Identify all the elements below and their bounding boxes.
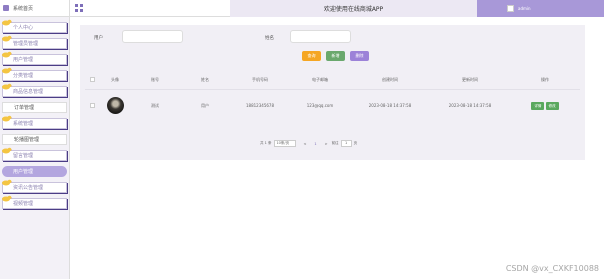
duck-icon (2, 35, 12, 42)
sidebar-item-label: 订单管理 (14, 105, 35, 111)
actions-cell: 详情 修改 (510, 101, 580, 110)
home-icon (3, 5, 9, 11)
pagination: 共 1 条 10条/页 < 1 > 前往 1 页 (260, 140, 357, 147)
sidebar-item-orders[interactable]: 订单管理 (2, 102, 67, 113)
sidebar-item-user-active[interactable]: 用户管理 (2, 166, 67, 177)
avatar-cell (100, 96, 130, 115)
sidebar-item-label: 分类管理 (13, 73, 34, 79)
col-header-actions: 操作 (541, 76, 549, 82)
table-row: 测试 用户 18812345678 123@qq.com 2023-08-18 … (85, 90, 580, 121)
avatar (507, 5, 514, 12)
user-table: 头像 账号 姓名 手机号码 电子邮箱 创建时间 更新时间 操作 测试 用户 18… (85, 70, 580, 121)
row-checkbox[interactable] (90, 102, 95, 108)
sidebar-item-news[interactable]: 资讯公告管理 (2, 179, 67, 193)
duck-icon (2, 19, 12, 26)
delete-button[interactable]: 删除 (350, 51, 369, 61)
sidebar-item-category[interactable]: 分类管理 (2, 67, 67, 81)
col-header-email[interactable]: 电子邮箱 (290, 77, 350, 83)
col-header-account[interactable]: 账号 (130, 77, 180, 83)
col-header-updated[interactable]: 更新时间 (430, 77, 510, 83)
search-label-user: 用户 (94, 36, 103, 41)
sidebar-home-label: 系统首页 (13, 5, 34, 12)
sidebar-item-label: 用户管理 (13, 57, 34, 63)
content-panel: 用户 姓名 查询 新增 删除 头像 账号 姓名 手机号码 电子邮箱 创建时间 更… (80, 25, 585, 160)
sidebar-item-label: 管理员管理 (13, 41, 39, 47)
search-input-name[interactable] (290, 30, 351, 43)
sidebar-item-label: 视频管理 (13, 201, 34, 207)
sidebar-item-carousel[interactable]: 轮播图管理 (2, 134, 67, 145)
duck-icon (2, 67, 12, 74)
menu-toggle-icon[interactable] (75, 4, 83, 12)
row-select-cell[interactable] (85, 102, 100, 109)
search-label-name: 姓名 (265, 36, 274, 41)
sidebar-item-label: 商品信息管理 (13, 89, 44, 95)
sidebar: 系统首页 个人中心 管理员管理 用户管理 分类管理 商品信息管理 订单管理 系统… (0, 0, 70, 279)
sidebar-item-label: 留言管理 (13, 153, 34, 159)
main-content: 用户 姓名 查询 新增 删除 头像 账号 姓名 手机号码 电子邮箱 创建时间 更… (70, 17, 604, 279)
goto-label: 前往 (331, 141, 339, 145)
sidebar-item-video[interactable]: 视频管理 (2, 195, 67, 209)
sidebar-item-product[interactable]: 商品信息管理 (2, 83, 67, 97)
table-header: 头像 账号 姓名 手机号码 电子邮箱 创建时间 更新时间 操作 (85, 70, 580, 90)
sidebar-item-system[interactable]: 系统管理 (2, 115, 67, 129)
username: admin (518, 6, 531, 11)
col-header-name[interactable]: 姓名 (180, 77, 230, 83)
created-cell: 2023-08-18 14:37:58 (368, 103, 412, 108)
user-menu[interactable]: admin (477, 0, 604, 17)
sidebar-item-label: 资讯公告管理 (13, 185, 44, 191)
col-header-created[interactable]: 创建时间 (350, 77, 430, 83)
watermark: CSDN @vx_CXKF10088 (505, 264, 599, 273)
account-cell: 测试 (151, 102, 159, 108)
next-page-button[interactable]: > (325, 142, 328, 146)
sidebar-item-messages[interactable]: 留言管理 (2, 147, 67, 161)
add-button[interactable]: 新增 (326, 51, 345, 61)
goto-input[interactable]: 1 (340, 140, 352, 147)
pager-total: 共 1 条 (260, 141, 272, 145)
sidebar-item-label: 个人中心 (13, 25, 34, 31)
goto-unit: 页 (353, 141, 358, 145)
duck-icon (2, 195, 12, 202)
edit-button[interactable]: 修改 (545, 101, 559, 110)
updated-cell: 2023-08-18 14:37:58 (448, 103, 492, 108)
duck-icon (2, 51, 12, 58)
duck-icon (2, 179, 12, 186)
sidebar-item-admin[interactable]: 管理员管理 (2, 35, 67, 49)
select-all-cell[interactable] (85, 76, 100, 83)
sidebar-home-item[interactable]: 系统首页 (0, 0, 69, 17)
search-input-user[interactable] (122, 30, 183, 43)
email-cell: 123@qq.com (306, 103, 334, 108)
select-all-checkbox[interactable] (90, 76, 95, 82)
sidebar-item-label: 系统管理 (13, 121, 34, 127)
phone-cell: 18812345678 (246, 103, 274, 108)
sidebar-item-users[interactable]: 用户管理 (2, 51, 67, 65)
detail-button[interactable]: 详情 (531, 101, 545, 110)
page-size-select[interactable]: 10条/页 (274, 140, 297, 147)
sidebar-item-label: 用户管理 (13, 169, 34, 175)
duck-icon (2, 147, 12, 154)
duck-icon (2, 83, 12, 90)
name-cell: 用户 (201, 102, 209, 108)
app-title: 欢迎使用在线商城APP (230, 0, 477, 17)
sidebar-item-personal-center[interactable]: 个人中心 (2, 19, 67, 33)
prev-page-button[interactable]: < (303, 142, 306, 146)
col-header-phone[interactable]: 手机号码 (230, 77, 290, 83)
top-header: 欢迎使用在线商城APP admin (70, 0, 604, 17)
duck-icon (2, 115, 12, 122)
sidebar-item-label: 轮播图管理 (14, 137, 40, 143)
user-avatar-image (106, 96, 124, 114)
page-number[interactable]: 1 (314, 142, 316, 146)
col-header-avatar: 头像 (111, 76, 119, 82)
search-button[interactable]: 查询 (302, 51, 321, 61)
